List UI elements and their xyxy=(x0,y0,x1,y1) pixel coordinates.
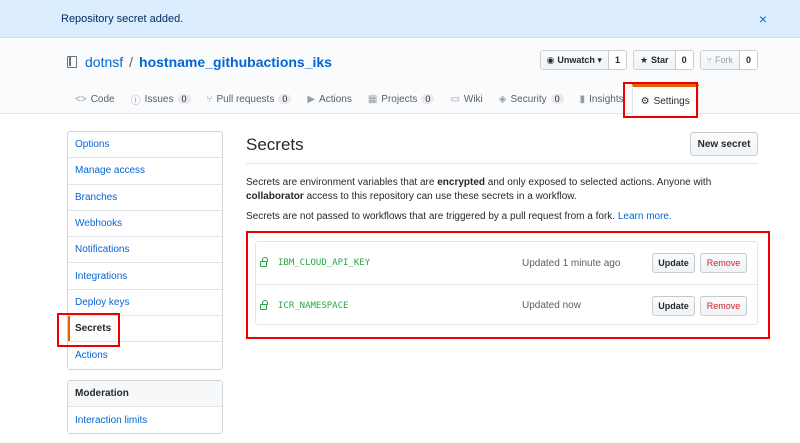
book-icon: ▭ xyxy=(450,93,460,105)
desc-bold-collaborator: collaborator xyxy=(246,191,304,202)
fork-count: 0 xyxy=(739,51,757,69)
project-icon: ▦ xyxy=(367,93,378,105)
lock-icon xyxy=(260,257,268,267)
flash-message: Repository secret added. xyxy=(61,12,184,25)
remove-button[interactable]: Remove xyxy=(700,295,747,316)
tab-label: Settings xyxy=(653,95,690,107)
tab-settings[interactable]: ⚙ Settings xyxy=(631,84,699,115)
star-button[interactable]: ★ Star xyxy=(633,51,676,69)
issue-icon: ⓘ xyxy=(130,95,141,107)
tab-label: Wiki xyxy=(463,93,483,105)
unwatch-button[interactable]: ◉ Unwatch ▾ xyxy=(540,51,609,69)
play-icon: ▶ xyxy=(307,93,316,105)
fork-button-group: ⑂ Fork 0 xyxy=(699,50,758,70)
sidebar-item-branches[interactable]: Branches xyxy=(68,185,222,211)
tab-label: Projects xyxy=(381,93,418,105)
tab-label: Code xyxy=(90,93,115,105)
star-count[interactable]: 0 xyxy=(675,51,693,69)
tab-code[interactable]: <> Code xyxy=(67,84,123,114)
repo-owner-link[interactable]: dotnsf xyxy=(85,54,123,70)
tab-counter: 0 xyxy=(278,94,292,104)
sidebar-item-integrations[interactable]: Integrations xyxy=(68,263,222,290)
tab-insights[interactable]: ▮ Insights xyxy=(572,84,632,114)
fork-button[interactable]: ⑂ Fork xyxy=(700,51,740,69)
secrets-list: IBM_CLOUD_API_KEY Updated 1 minute ago U… xyxy=(255,241,758,325)
sidebar-item-actions[interactable]: Actions xyxy=(68,342,222,368)
repo-actions: ◉ Unwatch ▾ 1 ★ Star 0 ⑂ Fork 0 xyxy=(539,50,758,70)
tab-label: Insights xyxy=(589,93,624,105)
remove-button[interactable]: Remove xyxy=(700,253,747,273)
watch-count[interactable]: 1 xyxy=(608,51,626,69)
repo-title: dotnsf / hostname_githubactions_iks xyxy=(67,54,332,70)
title-divider xyxy=(246,163,758,164)
secret-row: ICR_NAMESPACE Updated now Update Remove xyxy=(256,284,757,326)
desc-bold-encrypted: encrypted xyxy=(437,177,486,188)
desc-text: Secrets are environment variables that a… xyxy=(246,177,438,188)
desc-text: and only exposed to selected actions. An… xyxy=(485,177,712,188)
update-button[interactable]: Update xyxy=(652,253,695,273)
star-label: Star xyxy=(651,55,669,65)
tab-counter: 0 xyxy=(177,94,191,104)
watch-button-group: ◉ Unwatch ▾ 1 xyxy=(539,50,627,70)
secret-updated: Updated 1 minute ago xyxy=(522,257,621,269)
tab-label: Pull requests xyxy=(216,93,275,105)
update-button[interactable]: Update xyxy=(652,295,695,316)
tab-actions[interactable]: ▶ Actions xyxy=(299,84,360,114)
sidebar-item-manage-access[interactable]: Manage access xyxy=(68,158,222,185)
tab-pull-requests[interactable]: ⑂ Pull requests 0 xyxy=(199,84,300,114)
flash-banner: Repository secret added. × xyxy=(0,0,800,38)
fork-note-text: Secrets are not passed to workflows that… xyxy=(246,211,618,222)
code-icon: <> xyxy=(75,93,87,105)
moderation-sidebar: Moderation Interaction limits xyxy=(67,380,223,434)
sidebar-item-webhooks[interactable]: Webhooks xyxy=(68,211,222,238)
repo-icon xyxy=(67,56,77,68)
secret-name: ICR_NAMESPACE xyxy=(278,300,349,311)
sidebar-item-secrets[interactable]: Secrets xyxy=(68,316,222,343)
tab-security[interactable]: ◈ Security 0 xyxy=(491,84,572,114)
sidebar-item-notifications[interactable]: Notifications xyxy=(68,237,222,264)
tab-wiki[interactable]: ▭ Wiki xyxy=(442,84,490,114)
secret-name: IBM_CLOUD_API_KEY xyxy=(278,258,371,268)
fork-label: Fork xyxy=(714,55,733,65)
page-title: Secrets xyxy=(246,135,304,154)
tab-counter: 0 xyxy=(421,94,435,104)
fork-icon: ⑂ xyxy=(706,55,712,65)
new-secret-button[interactable]: New secret xyxy=(690,132,758,156)
settings-sidebar: Options Manage access Branches Webhooks … xyxy=(67,131,223,370)
secret-row: IBM_CLOUD_API_KEY Updated 1 minute ago U… xyxy=(256,242,757,284)
pull-request-icon: ⑂ xyxy=(206,93,213,105)
sidebar-item-options[interactable]: Options xyxy=(68,132,222,159)
tab-counter: 0 xyxy=(550,94,564,104)
repo-separator: / xyxy=(129,54,134,70)
graph-icon: ▮ xyxy=(579,93,586,105)
shield-icon: ◈ xyxy=(498,93,507,105)
tab-label: Issues xyxy=(144,93,174,105)
secrets-description: Secrets are environment variables that a… xyxy=(246,176,761,204)
star-button-group: ★ Star 0 xyxy=(632,50,694,70)
tab-issues[interactable]: ⓘ Issues 0 xyxy=(123,84,199,114)
moderation-header: Moderation xyxy=(68,381,222,407)
star-icon: ★ xyxy=(639,54,649,65)
unwatch-label: Unwatch ▾ xyxy=(557,54,602,65)
secret-updated: Updated now xyxy=(522,300,581,311)
desc-text: access to this repository can use these … xyxy=(303,191,577,202)
sidebar-item-interaction-limits[interactable]: Interaction limits xyxy=(68,407,222,433)
eye-icon: ◉ xyxy=(546,54,555,65)
sidebar-item-deploy-keys[interactable]: Deploy keys xyxy=(68,290,222,317)
learn-more-link[interactable]: Learn more. xyxy=(618,211,672,222)
repo-name-link[interactable]: hostname_githubactions_iks xyxy=(139,54,332,70)
gear-icon: ⚙ xyxy=(640,95,650,107)
tab-projects[interactable]: ▦ Projects 0 xyxy=(360,84,443,114)
tab-label: Actions xyxy=(319,93,352,105)
close-icon[interactable]: × xyxy=(759,12,767,26)
tab-label: Security xyxy=(510,93,547,105)
repo-tabs: <> Code ⓘ Issues 0 ⑂ Pull requests 0 ▶ A… xyxy=(67,84,699,115)
lock-icon xyxy=(260,300,268,310)
fork-note: Secrets are not passed to workflows that… xyxy=(246,210,761,224)
